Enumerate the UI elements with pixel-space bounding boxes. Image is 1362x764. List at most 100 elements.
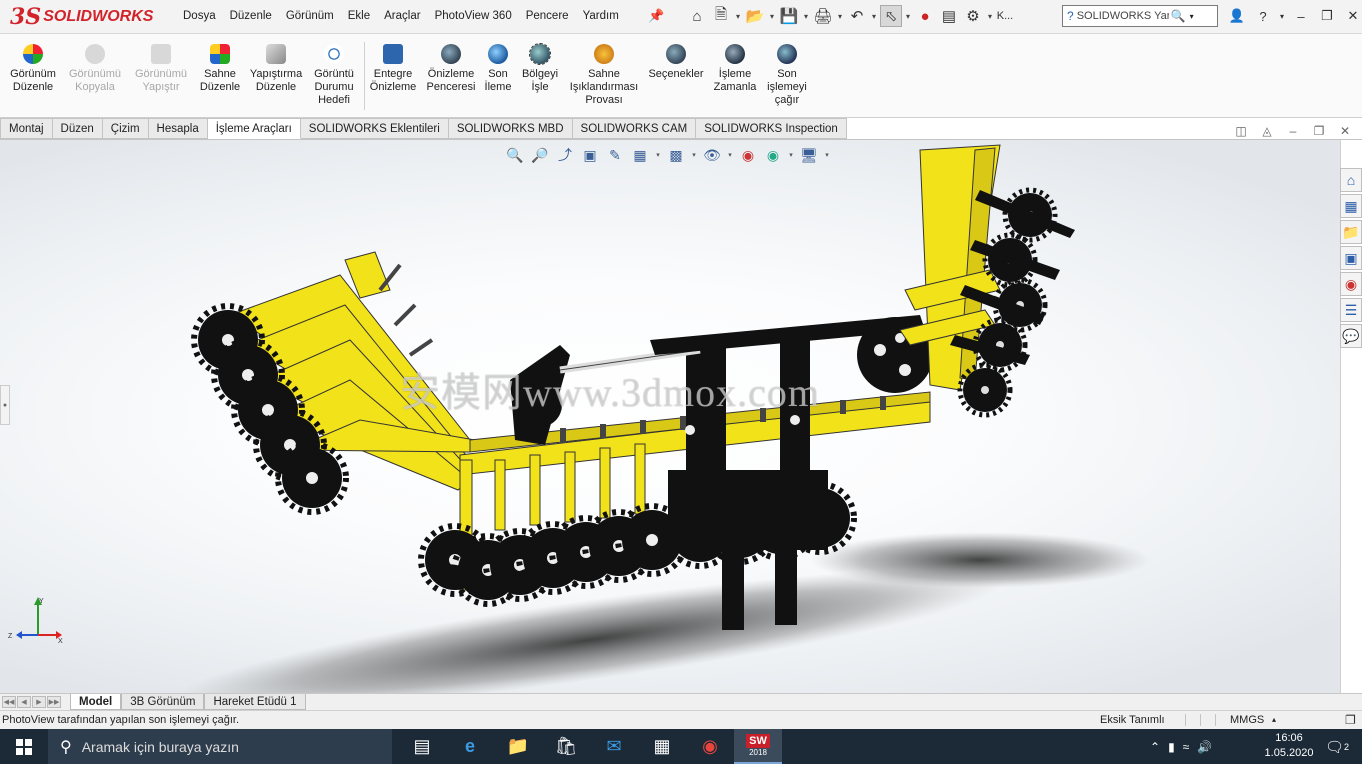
appearances-scenes-icon[interactable]: ◉ — [1340, 272, 1362, 296]
chevron-down-icon[interactable]: ▾ — [904, 12, 912, 21]
custom-properties-icon[interactable]: ☰ — [1340, 298, 1362, 322]
help-search[interactable]: ? 🔍 ▾ — [1062, 5, 1218, 27]
recall-last-render-button[interactable]: Son işlemeyi çağır — [764, 44, 810, 107]
prev-tab-icon[interactable]: ◀ — [17, 696, 31, 708]
tab-motion-study[interactable]: Hareket Etüdü 1 — [204, 694, 306, 710]
edge-icon[interactable]: e — [446, 729, 494, 764]
display-state-target-button[interactable]: Görüntü Durumu Hedefi — [308, 44, 360, 107]
battery-icon[interactable]: ▮ — [1168, 740, 1175, 754]
chevron-up-icon[interactable]: ⌃ — [1150, 740, 1160, 754]
close-icon[interactable]: ✕ — [1336, 124, 1354, 140]
open-icon[interactable]: 📂 — [744, 5, 766, 27]
wifi-icon[interactable]: ≈ — [1183, 740, 1190, 754]
options-icon[interactable]: ⚙ — [962, 5, 984, 27]
menu-file[interactable]: Dosya — [176, 10, 223, 22]
first-tab-icon[interactable]: ◀◀ — [2, 696, 16, 708]
task-view-icon[interactable]: ▤ — [398, 729, 446, 764]
help-icon[interactable]: ? — [1252, 9, 1274, 24]
integrated-preview-button[interactable]: Entegre Önizleme — [368, 44, 418, 94]
final-render-button[interactable]: Son İleme — [482, 44, 514, 94]
graphics-area[interactable]: 安模网www.3dmox.com 🔍 🔎 ⤴ ▣ ✎ ▦ ▾ ▩ ▾ 👁 ▾ ◉… — [0, 140, 1340, 693]
tab-solidworks-cam[interactable]: SOLIDWORKS CAM — [572, 118, 697, 139]
tile-right-icon[interactable]: ◬ — [1258, 124, 1276, 140]
preview-window-button[interactable]: Önizleme Penceresi — [424, 44, 478, 94]
restore-icon[interactable]: ❐ — [1310, 124, 1328, 140]
menu-insert[interactable]: Ekle — [341, 10, 377, 22]
search-scope-icon[interactable]: ? — [1067, 9, 1074, 23]
home-icon[interactable]: ⌂ — [686, 5, 708, 27]
chevron-down-icon[interactable]: ▾ — [802, 12, 810, 21]
edit-decal-button[interactable]: Yapıştırma Düzenle — [248, 44, 304, 94]
menu-photoview[interactable]: PhotoView 360 — [428, 10, 519, 22]
solidworks-logo[interactable]: 3S SOLIDWORKS — [10, 2, 153, 32]
forum-icon[interactable]: 💬 — [1340, 324, 1362, 348]
options-button[interactable]: Seçenekler — [646, 44, 706, 81]
hide-show-items-icon[interactable]: 👁 — [701, 145, 723, 165]
menu-view[interactable]: Görünüm — [279, 10, 341, 22]
tab-solidworks-inspection[interactable]: SOLIDWORKS Inspection — [696, 118, 847, 139]
edit-appearance-button[interactable]: Görünüm Düzenle — [6, 44, 60, 94]
start-button[interactable] — [0, 729, 48, 764]
calculator-icon[interactable]: ▦ — [638, 729, 686, 764]
mail-icon[interactable]: ✉ — [590, 729, 638, 764]
search-input[interactable] — [1076, 10, 1169, 22]
edit-appearance-icon[interactable]: ◉ — [737, 145, 759, 165]
tab-evaluate[interactable]: Hesapla — [148, 118, 208, 139]
tile-left-icon[interactable]: ◫ — [1232, 124, 1250, 140]
view-settings-icon[interactable]: 🖥 — [798, 145, 820, 165]
chevron-down-icon[interactable]: ▾ — [870, 12, 878, 21]
chevron-down-icon[interactable]: ▾ — [1190, 12, 1194, 21]
solidworks-taskbar-icon[interactable]: SW 2018 — [734, 729, 782, 764]
undo-icon[interactable]: ↶ — [846, 5, 868, 27]
scene-illumination-proof-button[interactable]: Sahne Işıklandırması Provası — [566, 44, 642, 107]
search-icon[interactable]: 🔍 — [1171, 9, 1186, 23]
edit-scene-button[interactable]: Sahne Düzenle — [196, 44, 244, 94]
chevron-down-icon[interactable]: ▾ — [768, 12, 776, 21]
tab-assembly[interactable]: Montaj — [0, 118, 53, 139]
quick-access-overflow[interactable]: K... — [996, 5, 1014, 27]
view-orientation-icon[interactable]: ▦ — [629, 145, 651, 165]
render-region-button[interactable]: Bölgeyi İşle — [518, 43, 562, 94]
last-tab-icon[interactable]: ▶▶ — [47, 696, 61, 708]
copy-appearance-button[interactable]: Görünümü Kopyala — [64, 44, 126, 94]
customize-status-icon[interactable]: ❐ — [1345, 713, 1356, 727]
next-tab-icon[interactable]: ▶ — [32, 696, 46, 708]
minimize-icon[interactable]: – — [1284, 124, 1302, 140]
clock[interactable]: 16:06 1.05.2020 — [1258, 731, 1320, 761]
tab-solidworks-addins[interactable]: SOLIDWORKS Eklentileri — [300, 118, 449, 139]
file-explorer-icon[interactable]: 📁 — [1340, 220, 1362, 244]
menu-tools[interactable]: Araçlar — [377, 10, 427, 22]
volume-icon[interactable]: 🔊 — [1197, 740, 1212, 754]
chevron-down-icon[interactable]: ▾ — [734, 12, 742, 21]
chevron-down-icon[interactable]: ▾ — [690, 145, 698, 165]
schedule-render-button[interactable]: İşleme Zamanla — [710, 44, 760, 94]
user-icon[interactable]: 👤 — [1226, 8, 1248, 24]
paste-appearance-button[interactable]: Görünümü Yapıştır — [130, 44, 192, 94]
zoom-to-fit-icon[interactable]: 🔍 — [504, 145, 526, 165]
rebuild-icon[interactable]: ● — [914, 5, 936, 27]
unit-system[interactable]: MMGS — [1230, 714, 1264, 726]
zoom-to-area-icon[interactable]: 🔎 — [529, 145, 551, 165]
taskbar-search[interactable]: ⚲ Aramak için buraya yazın — [48, 729, 392, 764]
new-document-icon[interactable]: 🗎 — [710, 5, 732, 27]
design-library-icon[interactable]: ▦ — [1340, 194, 1362, 218]
file-explorer-icon[interactable]: 📁 — [494, 729, 542, 764]
chevron-down-icon[interactable]: ▾ — [654, 145, 662, 165]
chrome-icon[interactable]: ◉ — [686, 729, 734, 764]
tab-render-tools[interactable]: İşleme Araçları — [207, 118, 301, 139]
previous-view-icon[interactable]: ⤴ — [554, 145, 576, 165]
menu-window[interactable]: Pencere — [519, 10, 576, 22]
notifications-icon[interactable]: 🗨 2 — [1322, 729, 1352, 764]
close-icon[interactable]: ✕ — [1342, 8, 1362, 24]
dynamic-annotation-icon[interactable]: ✎ — [604, 145, 626, 165]
tab-layout[interactable]: Düzen — [52, 118, 103, 139]
chevron-up-icon[interactable]: ▴ — [1272, 715, 1276, 724]
save-icon[interactable]: 💾 — [778, 5, 800, 27]
chevron-down-icon[interactable]: ▾ — [823, 145, 831, 165]
tab-solidworks-mbd[interactable]: SOLIDWORKS MBD — [448, 118, 573, 139]
minimize-icon[interactable]: – — [1290, 9, 1312, 24]
tab-sketch[interactable]: Çizim — [102, 118, 149, 139]
chevron-down-icon[interactable]: ▾ — [836, 12, 844, 21]
apply-scene-icon[interactable]: ◉ — [762, 145, 784, 165]
menu-help[interactable]: Yardım — [576, 10, 626, 22]
